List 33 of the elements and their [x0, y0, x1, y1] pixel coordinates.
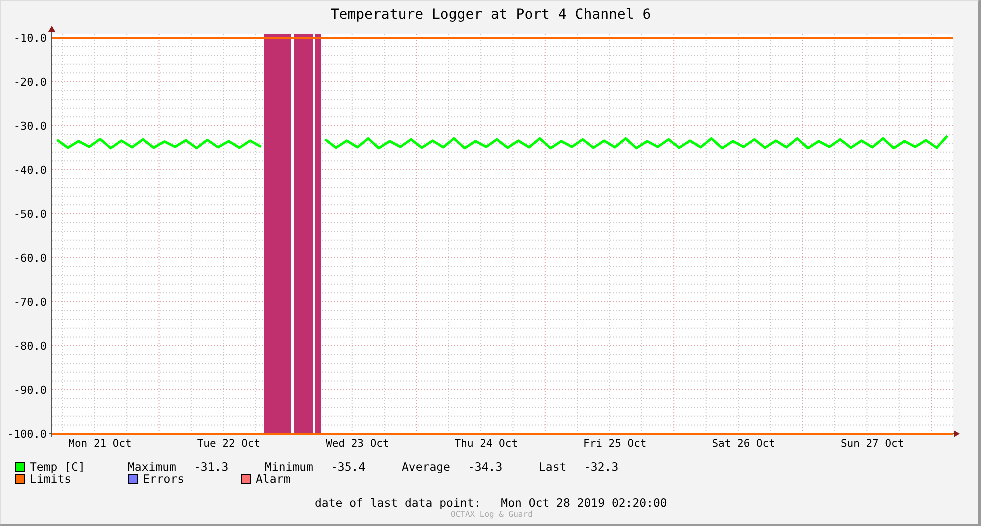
y-tick-label: -100.0	[7, 428, 47, 441]
y-tick-label: -50.0	[14, 208, 47, 221]
brand-text: OCTAX Log & Guard	[451, 510, 533, 519]
legend-label: Errors	[143, 473, 185, 485]
x-tick-label: Tue 22 Oct	[197, 438, 261, 450]
stat-label: Maximum	[128, 461, 178, 473]
x-tick-label: Sun 27 Oct	[840, 438, 904, 450]
y-tick-label: -80.0	[14, 340, 47, 353]
legend-label: Limits	[30, 473, 72, 485]
y-tick-label: -60.0	[14, 252, 47, 265]
stat-label: Minimum	[265, 461, 314, 473]
x-tick-label: Sat 26 Oct	[712, 438, 776, 450]
legend-label: Temp [C]	[30, 461, 86, 473]
stat-value: -31.3	[194, 461, 230, 473]
y-tick-label: -10.0	[14, 32, 47, 45]
x-tick-label: Wed 23 Oct	[326, 438, 390, 450]
x-tick-label: Thu 24 Oct	[454, 438, 518, 450]
stat-value: -35.4	[331, 461, 367, 473]
stat-value: -34.3	[468, 461, 504, 473]
footer-label: date of last data point:	[315, 497, 482, 510]
last-data-date: Mon Oct 28 2019 02:20:00	[501, 497, 668, 510]
x-tick-label: Mon 21 Oct	[68, 438, 132, 450]
stat-label: Average	[402, 461, 452, 473]
stat-label: Last	[539, 461, 568, 473]
y-tick-label: -20.0	[14, 76, 47, 89]
legend-label: Alarm	[256, 473, 291, 485]
chart-title: Temperature Logger at Port 4 Channel 6	[330, 7, 652, 23]
y-tick-label: -40.0	[14, 164, 47, 177]
y-tick-label: -30.0	[14, 120, 47, 133]
y-tick-label: -70.0	[14, 296, 47, 309]
stat-value: -32.3	[584, 461, 620, 473]
x-tick-label: Fri 25 Oct	[584, 438, 647, 450]
y-tick-label: -90.0	[14, 384, 47, 397]
